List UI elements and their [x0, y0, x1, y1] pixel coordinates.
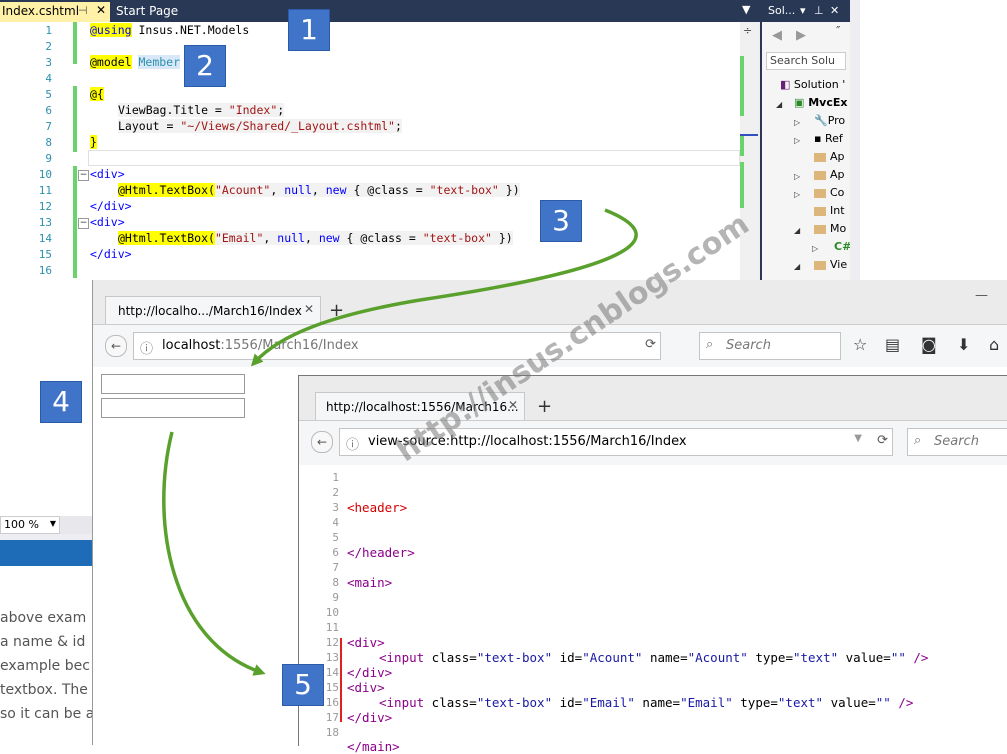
step-badge: 3: [540, 200, 582, 242]
annotation-arrows: [162, 208, 638, 676]
step-badge: 1: [288, 9, 330, 51]
step-badge: 5: [282, 664, 324, 706]
step-badge: 2: [184, 45, 226, 87]
arrow-browser-to-source: [162, 431, 266, 676]
step-badge: 4: [40, 381, 82, 423]
